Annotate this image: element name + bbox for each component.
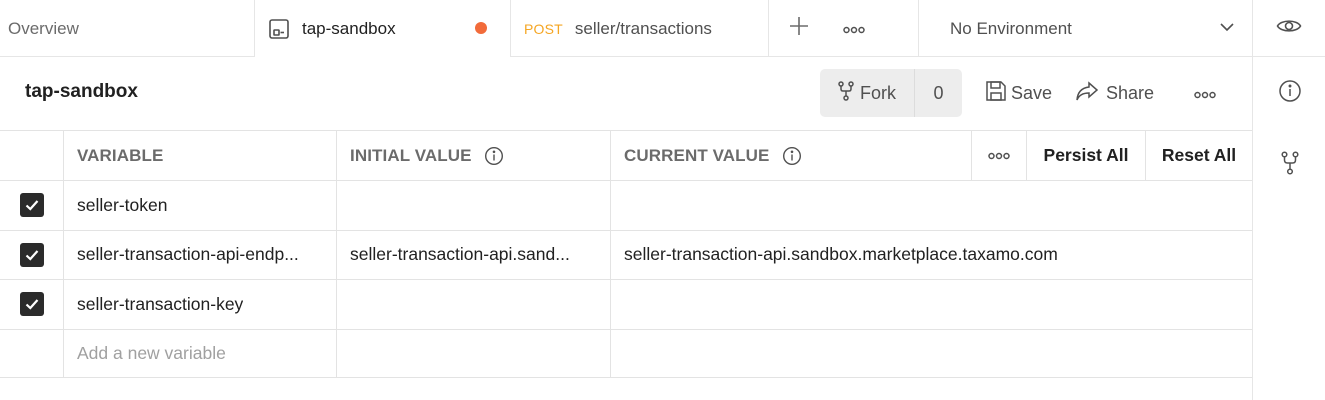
collection-icon <box>267 17 291 41</box>
info-icon[interactable] <box>484 146 504 166</box>
fork-icon <box>1281 150 1299 180</box>
fork-button[interactable]: Fork <box>820 69 915 117</box>
variables-table: VARIABLE INITIAL VALUE CURRENT VALUE Per… <box>0 130 1252 378</box>
variable-cell[interactable]: seller-token <box>64 181 337 230</box>
initial-value-cell[interactable] <box>337 280 611 329</box>
row-checkbox[interactable] <box>19 292 44 317</box>
more-horizontal-icon <box>1194 83 1216 104</box>
initial-value-cell[interactable]: seller-transaction-api.sand... <box>337 230 611 279</box>
save-icon <box>985 80 1007 107</box>
more-horizontal-icon <box>842 19 865 39</box>
row-checkbox-cell <box>0 329 64 377</box>
current-value-cell[interactable]: seller-transaction-api.sandbox.marketpla… <box>611 231 1252 280</box>
environment-label: No Environment <box>950 18 1072 38</box>
row-checkbox[interactable] <box>19 193 44 218</box>
table-row: seller-transaction-api-endp... seller-tr… <box>0 229 1252 280</box>
current-value-cell[interactable] <box>611 280 1252 329</box>
variable-cell[interactable]: seller-transaction-api-endp... <box>64 230 337 279</box>
variable-name: seller-token <box>77 194 168 215</box>
persist-all-button[interactable]: Persist All <box>1027 131 1146 180</box>
column-header-initial-value: INITIAL VALUE <box>337 131 611 180</box>
environment-selector[interactable]: No Environment <box>919 0 1253 57</box>
new-initial-value-input[interactable] <box>337 329 611 377</box>
save-button[interactable]: Save <box>985 69 1052 117</box>
new-variable-placeholder: Add a new variable <box>77 342 226 363</box>
environment-quick-look-button[interactable] <box>1253 0 1325 57</box>
fork-control: Fork 0 <box>820 69 962 117</box>
table-row: seller-transaction-key <box>0 279 1252 329</box>
info-icon[interactable] <box>782 146 802 166</box>
column-header-variable: VARIABLE <box>64 131 337 180</box>
new-current-value-input[interactable] <box>611 330 1252 378</box>
right-sidebar <box>1252 57 1325 400</box>
initial-value-cell[interactable] <box>337 181 611 230</box>
new-variable-input[interactable]: Add a new variable <box>64 329 337 377</box>
more-horizontal-icon <box>988 147 1010 165</box>
column-label: CURRENT VALUE <box>624 145 770 165</box>
fork-label: Fork <box>860 82 896 103</box>
save-label: Save <box>1011 82 1053 103</box>
share-label: Share <box>1106 82 1155 103</box>
column-header-current-value: CURRENT VALUE <box>611 131 972 180</box>
table-more-button[interactable] <box>972 131 1027 180</box>
tab-collection[interactable]: tap-sandbox <box>255 0 511 57</box>
initial-value: seller-transaction-api.sand... <box>350 244 570 265</box>
variable-name: seller-transaction-key <box>77 293 244 314</box>
column-label: VARIABLE <box>77 145 164 165</box>
add-variable-row: Add a new variable <box>0 328 1252 378</box>
info-icon <box>1278 79 1302 108</box>
row-checkbox[interactable] <box>19 242 44 267</box>
current-value: seller-transaction-api.sandbox.marketpla… <box>624 244 1058 265</box>
page-title: tap-sandbox <box>25 81 138 102</box>
reset-all-button[interactable]: Reset All <box>1146 131 1252 180</box>
tab-collection-label: tap-sandbox <box>302 18 396 38</box>
forks-panel-button[interactable] <box>1277 150 1303 180</box>
share-icon <box>1076 80 1099 106</box>
variable-cell[interactable]: seller-transaction-key <box>64 280 337 329</box>
row-checkbox-cell <box>0 230 64 279</box>
fork-icon <box>838 80 854 106</box>
tab-bar: Overview tap-sandbox POST seller/transac… <box>0 0 1325 57</box>
variable-name: seller-transaction-api-endp... <box>77 244 299 265</box>
current-value-cell[interactable] <box>611 181 1252 230</box>
header-more-button[interactable] <box>1190 69 1220 117</box>
table-header-row: VARIABLE INITIAL VALUE CURRENT VALUE Per… <box>0 130 1252 180</box>
tab-overview-label: Overview <box>8 18 79 38</box>
row-checkbox-cell <box>0 181 64 230</box>
row-checkbox-cell <box>0 280 64 329</box>
request-method: POST <box>524 20 563 37</box>
tabs-more-button[interactable] <box>829 0 919 57</box>
table-row: seller-token <box>0 180 1252 230</box>
info-panel-button[interactable] <box>1277 79 1303 108</box>
tab-request[interactable]: POST seller/transactions <box>511 0 769 57</box>
new-tab-button[interactable] <box>769 0 829 57</box>
column-label: INITIAL VALUE <box>350 145 472 165</box>
fork-count[interactable]: 0 <box>915 69 962 117</box>
eye-icon <box>1276 17 1302 40</box>
share-button[interactable]: Share <box>1076 69 1154 117</box>
header-checkbox-cell <box>0 131 64 180</box>
request-name: seller/transactions <box>574 18 712 38</box>
plus-icon <box>789 16 809 41</box>
collection-header: tap-sandbox Fork 0 Save Share <box>0 57 1252 131</box>
unsaved-dot <box>475 22 487 34</box>
tab-overview[interactable]: Overview <box>0 0 255 57</box>
chevron-down-icon <box>1218 18 1236 41</box>
